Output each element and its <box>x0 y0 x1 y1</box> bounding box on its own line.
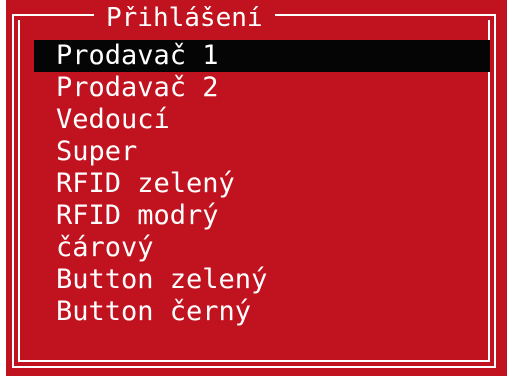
user-item-button-zeleny[interactable]: Button zelený <box>32 264 490 296</box>
user-item-prodavac-2[interactable]: Prodavač 2 <box>32 72 490 104</box>
user-item-carovy[interactable]: čárový <box>32 232 490 264</box>
user-list: Prodavač 1 Prodavač 2 Vedoucí Super RFID… <box>32 40 490 328</box>
user-item-button-cerny[interactable]: Button černý <box>32 296 490 328</box>
user-item-super[interactable]: Super <box>32 136 490 168</box>
user-item-rfid-zeleny[interactable]: RFID zelený <box>32 168 490 200</box>
user-item-prodavac-1[interactable]: Prodavač 1 <box>34 40 490 72</box>
login-dialog: Přihlášení Prodavač 1 Prodavač 2 Vedoucí… <box>6 0 507 376</box>
user-item-vedouci[interactable]: Vedoucí <box>32 104 490 136</box>
user-item-rfid-modry[interactable]: RFID modrý <box>32 200 490 232</box>
